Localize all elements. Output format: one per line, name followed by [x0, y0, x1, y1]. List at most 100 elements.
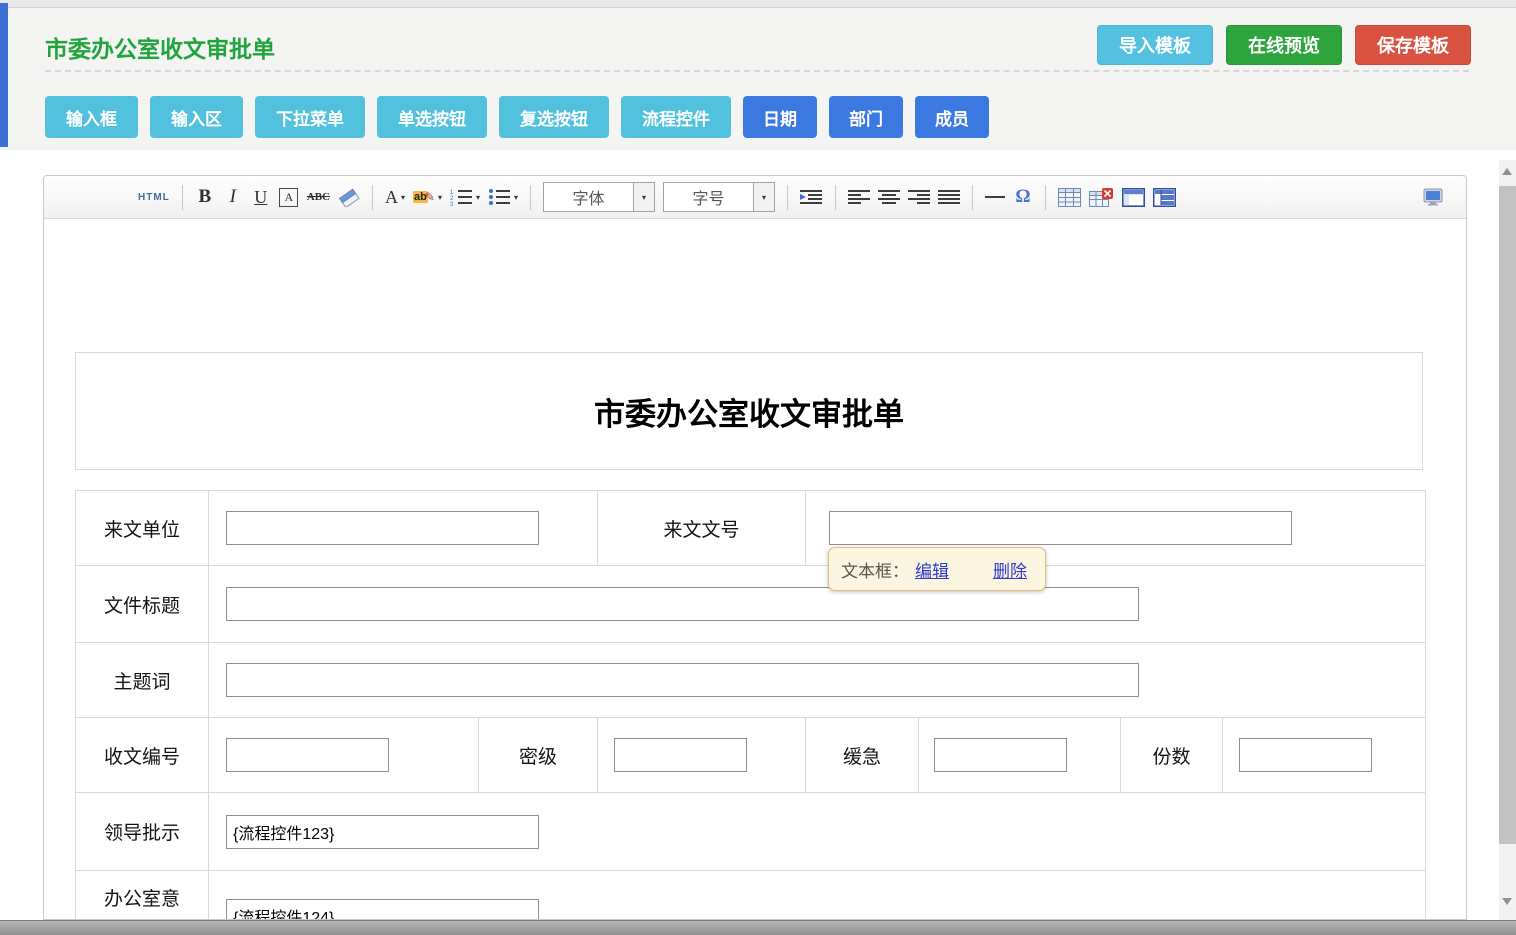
insert-table-button[interactable] [1056, 183, 1083, 211]
underline-button[interactable]: U [249, 183, 273, 211]
unordered-list-button[interactable]: ▾ [486, 183, 520, 211]
fullscreen-button[interactable] [1420, 183, 1446, 211]
special-char-button[interactable]: Ω [1011, 183, 1035, 211]
horizontal-rule-icon [985, 196, 1005, 198]
ordered-list-icon: 123 [450, 188, 473, 206]
edit-control-link[interactable]: 编辑 [915, 557, 949, 582]
html-source-button[interactable]: HTML [136, 183, 172, 211]
cell-properties-button[interactable] [1151, 183, 1178, 211]
table-row: 来文单位 来文文号 [76, 491, 1426, 566]
office-opinion-label: 办公室意 [76, 871, 209, 921]
align-left-icon [848, 189, 870, 205]
component-flow-control-button[interactable]: 流程控件 [621, 96, 731, 138]
table-row: 主题词 [76, 643, 1426, 718]
font-family-label: 字体 [544, 185, 633, 209]
table-row: 领导批示 [76, 793, 1426, 871]
toolbar-separator [182, 185, 183, 210]
horizontal-rule-button[interactable] [983, 183, 1007, 211]
document-title-input[interactable] [226, 587, 1139, 621]
scroll-down-arrow-icon[interactable] [1502, 898, 1512, 905]
copies-label: 份数 [1121, 718, 1223, 793]
document-title: 市委办公室收文审批单 [594, 389, 904, 434]
vertical-scrollbar[interactable] [1499, 160, 1516, 920]
keywords-input[interactable] [226, 663, 1139, 697]
table-properties-button[interactable] [1120, 183, 1147, 211]
italic-button[interactable]: I [221, 183, 245, 211]
scrollbar-thumb[interactable] [1499, 186, 1516, 844]
toolbar-separator [372, 185, 373, 210]
keywords-label: 主题词 [76, 643, 209, 718]
incoming-number-label: 来文文号 [598, 491, 806, 566]
align-right-button[interactable] [906, 183, 932, 211]
font-size-select[interactable]: 字号 ▾ [663, 182, 775, 212]
eraser-icon [338, 188, 360, 207]
indent-button[interactable] [798, 183, 825, 211]
doc-title-label: 文件标题 [76, 566, 209, 643]
scroll-up-arrow-icon[interactable] [1502, 168, 1512, 175]
rich-text-editor: HTML B I U A ABC A▾ ab✎▾ 123 ▾ ▾ 字体 [43, 175, 1467, 920]
online-preview-button[interactable]: 在线预览 [1226, 25, 1342, 65]
urgency-cell [919, 718, 1121, 793]
highlight-color-button[interactable]: ab✎▾ [411, 183, 444, 211]
component-checkbox-button[interactable]: 复选按钮 [499, 96, 609, 138]
urgency-input[interactable] [934, 738, 1067, 772]
editor-content-area[interactable]: 市委办公室收文审批单 来文单位 来文文号 文件标题 主题 [44, 219, 1466, 920]
copies-input[interactable] [1239, 738, 1372, 772]
component-date-button[interactable]: 日期 [743, 96, 817, 138]
office-opinion-cell [209, 871, 1426, 921]
security-level-input[interactable] [614, 738, 747, 772]
leader-instructions-control[interactable] [226, 815, 539, 849]
caret-down-icon: ▾ [476, 193, 480, 202]
caret-down-icon: ▾ [438, 193, 442, 202]
align-center-icon [878, 189, 900, 205]
svg-text:3: 3 [450, 202, 454, 206]
align-justify-button[interactable] [936, 183, 962, 211]
leader-instructions-cell [209, 793, 1426, 871]
incoming-number-input[interactable] [829, 511, 1292, 545]
align-center-button[interactable] [876, 183, 902, 211]
caret-down-icon: ▾ [514, 193, 518, 202]
unordered-list-icon [488, 188, 511, 206]
font-family-select[interactable]: 字体 ▾ [543, 182, 655, 212]
component-input-box-button[interactable]: 输入框 [45, 96, 138, 138]
table-icon [1058, 188, 1081, 207]
strikethrough-button[interactable]: ABC [305, 183, 332, 211]
office-opinion-control[interactable] [226, 899, 539, 920]
doc-title-cell [209, 566, 1426, 643]
incoming-unit-label: 来文单位 [76, 491, 209, 566]
align-left-button[interactable] [846, 183, 872, 211]
char-border-icon: A [279, 188, 298, 207]
import-template-button[interactable]: 导入模板 [1097, 25, 1213, 65]
component-member-button[interactable]: 成员 [915, 96, 989, 138]
incoming-unit-cell [209, 491, 598, 566]
indent-icon [800, 188, 823, 206]
receipt-number-input[interactable] [226, 738, 389, 772]
top-window-edge [0, 0, 1516, 8]
security-level-label: 密级 [479, 718, 598, 793]
table-properties-icon [1122, 188, 1145, 207]
toolbar-separator [972, 185, 973, 210]
format-eraser-button[interactable] [336, 183, 362, 211]
char-border-button[interactable]: A [277, 183, 301, 211]
component-dropdown-button[interactable]: 下拉菜单 [255, 96, 365, 138]
bold-button[interactable]: B [193, 183, 217, 211]
component-department-button[interactable]: 部门 [829, 96, 903, 138]
delete-table-button[interactable] [1087, 183, 1116, 211]
fullscreen-monitor-icon [1422, 188, 1444, 206]
incoming-unit-input[interactable] [226, 511, 539, 545]
delete-table-icon [1089, 188, 1114, 207]
security-level-cell [598, 718, 806, 793]
delete-control-link[interactable]: 删除 [993, 557, 1027, 582]
save-template-button[interactable]: 保存模板 [1355, 25, 1471, 65]
document-title-block[interactable]: 市委办公室收文审批单 [75, 352, 1423, 470]
component-textarea-button[interactable]: 输入区 [150, 96, 243, 138]
approval-form-table: 来文单位 来文文号 文件标题 主题词 收文编号 密级 [75, 490, 1426, 920]
page-header: 市委办公室收文审批单 导入模板 在线预览 保存模板 输入框 输入区 下拉菜单 单… [0, 8, 1516, 150]
caret-down-icon: ▾ [753, 183, 774, 211]
ordered-list-button[interactable]: 123 ▾ [448, 183, 482, 211]
component-radio-button[interactable]: 单选按钮 [377, 96, 487, 138]
urgency-label: 缓急 [806, 718, 919, 793]
action-button-group: 导入模板 在线预览 保存模板 [1097, 25, 1471, 65]
copies-cell [1223, 718, 1426, 793]
font-color-button[interactable]: A▾ [383, 183, 407, 211]
